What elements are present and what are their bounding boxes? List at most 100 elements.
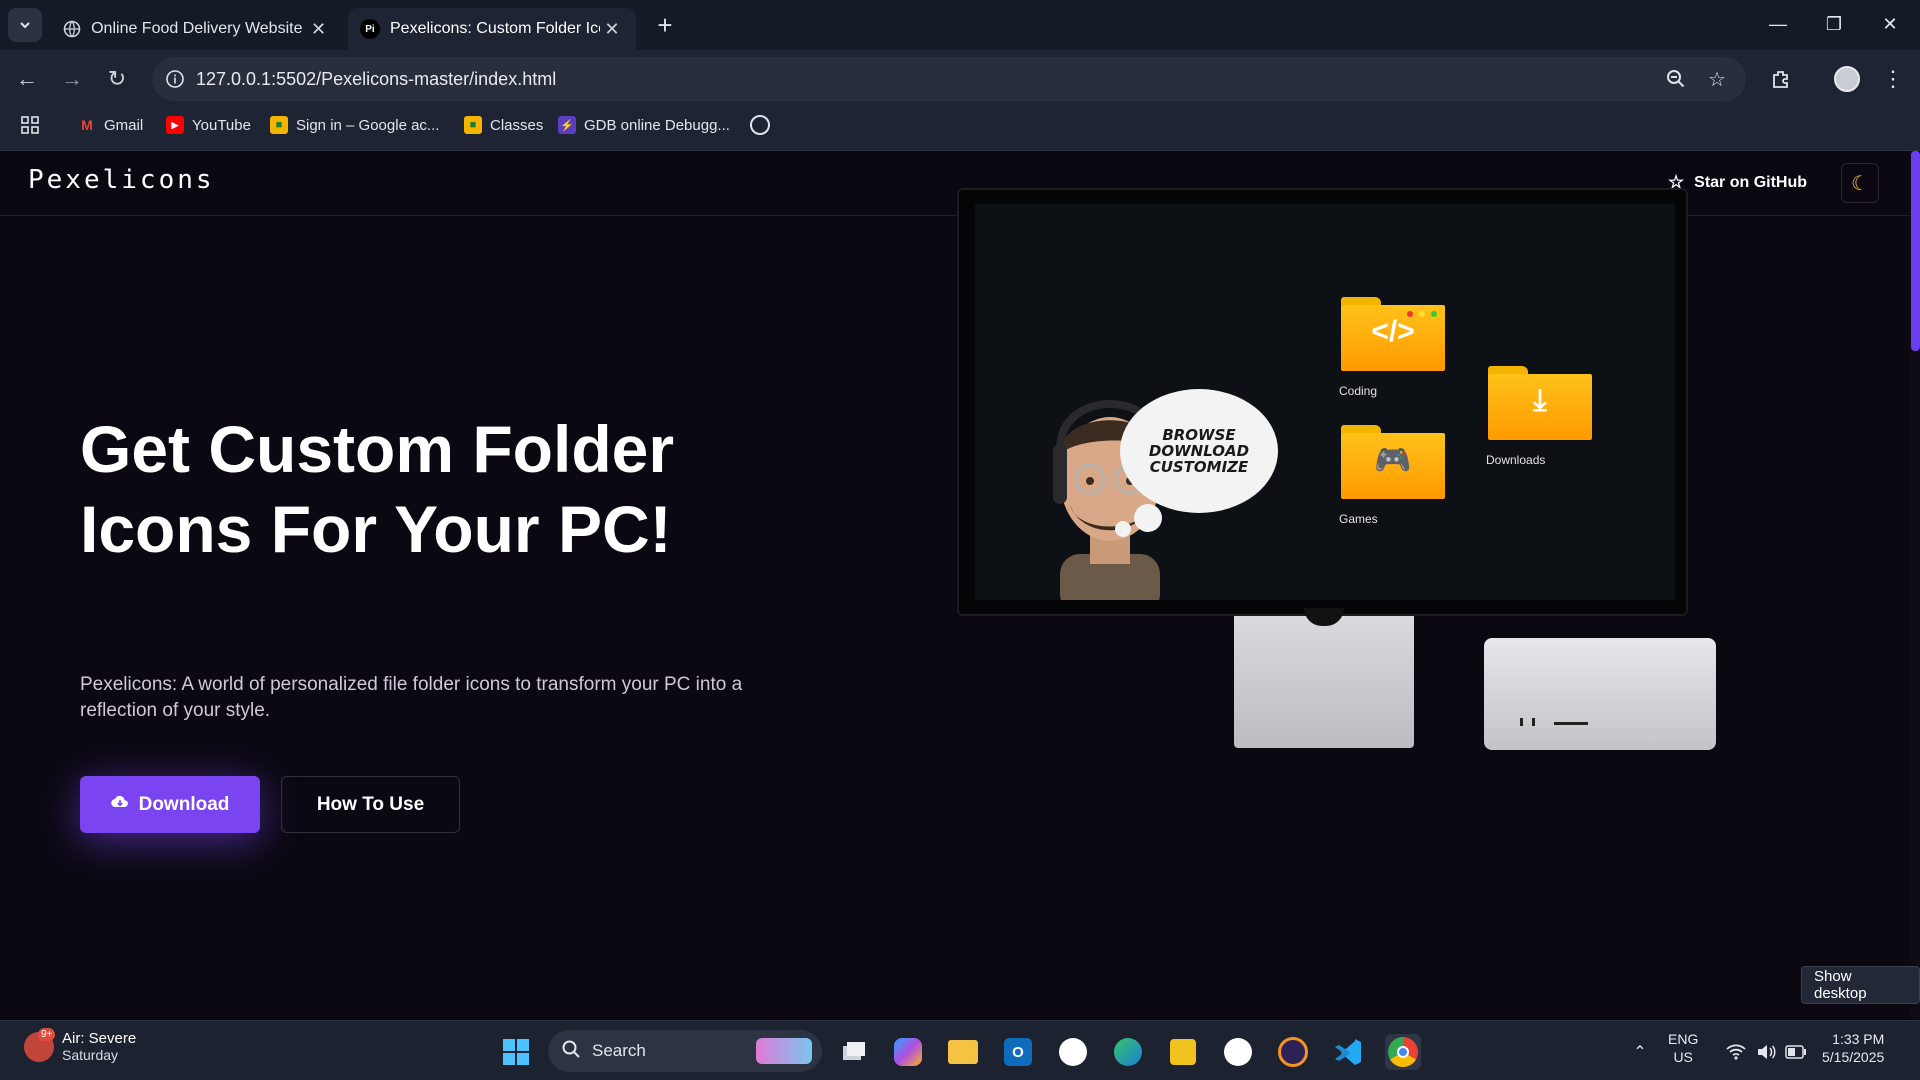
folder-games-icon: 🎮 (1341, 425, 1445, 499)
globe-icon (62, 19, 81, 39)
apps-grid-icon[interactable] (20, 114, 40, 136)
bookmark-google-sign-in[interactable]: ■ Sign in – Google ac... (270, 114, 439, 136)
edge-icon[interactable] (1110, 1034, 1146, 1070)
search-highlight-icon (756, 1038, 812, 1064)
hero-description: Pexelicons: A world of personalized file… (80, 674, 743, 721)
theme-toggle-button[interactable]: ☾ (1841, 163, 1879, 203)
monitor-stand (1234, 608, 1414, 748)
cloud-download-icon (110, 794, 129, 815)
moon-icon: ☾ (1851, 172, 1869, 195)
google-classroom-icon: ■ (464, 116, 482, 134)
kebab-menu-icon[interactable]: ⋮ (1876, 62, 1910, 96)
how-to-use-button[interactable]: How To Use (281, 776, 460, 833)
clock-time: 1:33 PM (1832, 1031, 1885, 1047)
bookmark-label: YouTube (192, 116, 251, 134)
battery-icon[interactable] (1778, 1034, 1814, 1070)
eclipse-icon[interactable] (1275, 1034, 1311, 1070)
monitor-screen: </> Coding 🎮 Games ⤓ Downloads (975, 204, 1675, 600)
zoom-icon[interactable] (1662, 65, 1690, 93)
weather-title: Air: Severe (62, 1030, 137, 1047)
show-hidden-icons-chevron-icon[interactable]: ⌃ (1622, 1034, 1658, 1070)
download-label: Download (138, 793, 230, 815)
extensions-icon[interactable] (1764, 62, 1798, 96)
new-tab-button[interactable]: + (650, 10, 680, 40)
restore-icon[interactable]: ❐ (1806, 0, 1862, 48)
bookmark-label: Gmail (104, 116, 144, 134)
tab-title: Pexelicons: Custom Folder Icons (390, 20, 600, 37)
windows-start-icon[interactable] (498, 1034, 534, 1070)
bookmark-gdb[interactable]: ⚡ GDB online Debugg... (558, 114, 730, 136)
mac-studio-illustration (1484, 638, 1716, 750)
thought-bubble: BROWSE DOWNLOAD CUSTOMIZE (1120, 389, 1278, 513)
bookmark-classes[interactable]: ■ Classes (464, 114, 543, 136)
weather-widget[interactable]: 9+ Air: Severe Saturday (24, 1027, 137, 1063)
bookmark-star-icon[interactable]: ☆ (1703, 65, 1731, 93)
folder-label: Downloads (1486, 453, 1546, 467)
reload-icon[interactable]: ↻ (100, 62, 134, 96)
bubble-line: BROWSE (1162, 426, 1236, 444)
bubble-line: CUSTOMIZE (1149, 458, 1249, 476)
thought-dot (1115, 521, 1131, 537)
chevron-down-icon (20, 22, 30, 29)
weather-badge: 9+ (38, 1027, 56, 1041)
bookmark-label: GDB online Debugg... (584, 116, 730, 134)
clock[interactable]: 1:33 PM 5/15/2025 (1822, 1030, 1884, 1066)
forward-arrow-icon[interactable]: → (55, 62, 89, 96)
show-desktop-tooltip: Show desktop (1801, 966, 1920, 1004)
folder-label: Coding (1339, 384, 1378, 398)
lightning-icon: ⚡ (558, 116, 576, 134)
bookmark-youtube[interactable]: ▶ YouTube (166, 114, 251, 136)
language-indicator[interactable]: ENG US (1668, 1030, 1698, 1066)
openai-icon (750, 115, 770, 135)
weather-day: Saturday (62, 1047, 119, 1063)
url-text[interactable]: 127.0.0.1:5502/Pexelicons-master/index.h… (196, 69, 556, 90)
monitor-illustration: </> Coding 🎮 Games ⤓ Downloads (957, 188, 1688, 616)
youtube-icon: ▶ (166, 116, 184, 134)
bookmark-label: Sign in – Google ac... (296, 116, 440, 134)
folder-downloads-icon: ⤓ (1488, 366, 1592, 440)
chat-app-icon[interactable] (1055, 1034, 1091, 1070)
task-view-icon[interactable] (836, 1034, 872, 1070)
language-top: ENG (1668, 1031, 1699, 1047)
tab-title: Online Food Delivery Website (91, 20, 303, 37)
bookmark-gmail[interactable]: M Gmail (78, 114, 143, 136)
tab-search-button[interactable] (8, 8, 42, 42)
address-bar[interactable]: 127.0.0.1:5502/Pexelicons-master/index.h… (152, 57, 1746, 101)
language-bottom: US (1673, 1049, 1693, 1065)
bookmark-label: Classes (490, 116, 544, 134)
vscode-icon[interactable] (1330, 1034, 1366, 1070)
folder-label: Games (1339, 512, 1378, 526)
bookmark-chatgpt[interactable] (750, 114, 778, 136)
back-arrow-icon[interactable]: ← (10, 62, 44, 96)
weather-icon: 9+ (24, 1027, 56, 1062)
clock-date: 5/15/2025 (1822, 1049, 1885, 1065)
outlook-icon[interactable]: O (1000, 1034, 1036, 1070)
hero-headline: Get Custom Folder Icons For Your PC! (80, 412, 675, 566)
close-window-icon[interactable]: ✕ (1862, 0, 1918, 48)
tab-strip: Online Food Delivery Website ✕ Pi Pexeli… (0, 0, 1920, 50)
tab-food-delivery[interactable]: Online Food Delivery Website ✕ (50, 8, 342, 50)
scrollbar-thumb[interactable] (1911, 151, 1920, 351)
close-tab-icon[interactable]: ✕ (600, 17, 624, 41)
search-placeholder: Search (592, 1041, 646, 1060)
search-icon (562, 1040, 580, 1063)
file-explorer-icon[interactable] (945, 1034, 981, 1070)
app-icon[interactable] (1165, 1034, 1201, 1070)
bubble-line: DOWNLOAD (1148, 442, 1250, 460)
site-info-icon[interactable] (162, 66, 188, 92)
close-tab-icon[interactable]: ✕ (307, 17, 330, 41)
google-classroom-icon: ■ (270, 116, 288, 134)
chat-app-icon[interactable] (1220, 1034, 1256, 1070)
pexelicons-favicon-icon: Pi (360, 19, 380, 39)
star-on-github-link[interactable]: ☆ Star on GitHub (1668, 172, 1807, 193)
profile-avatar-icon[interactable] (1830, 62, 1864, 96)
download-button[interactable]: Download (80, 776, 260, 833)
chrome-icon[interactable] (1385, 1034, 1421, 1070)
taskbar-search[interactable]: Search (548, 1030, 822, 1072)
gmail-icon: M (81, 117, 93, 133)
site-logo[interactable]: Pexelicons (28, 165, 215, 195)
minimize-icon[interactable]: — (1750, 0, 1806, 48)
tab-pexelicons[interactable]: Pi Pexelicons: Custom Folder Icons ✕ (348, 8, 636, 50)
star-label: Star on GitHub (1694, 173, 1808, 191)
copilot-icon[interactable] (890, 1034, 926, 1070)
